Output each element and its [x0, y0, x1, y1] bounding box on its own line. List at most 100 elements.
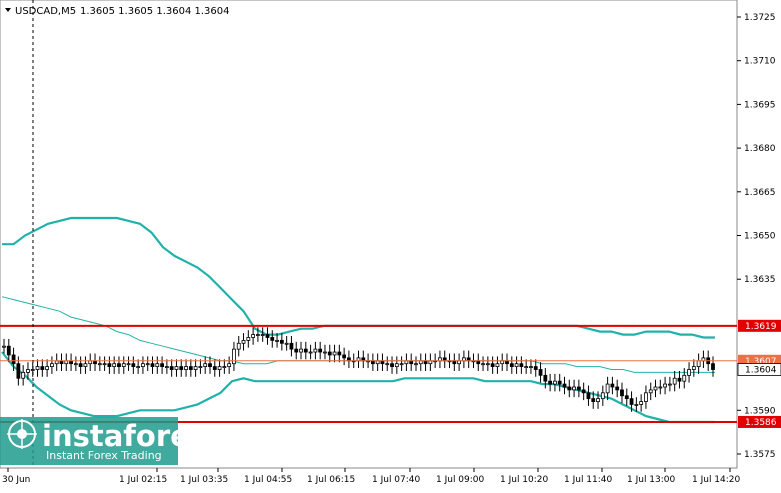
candle-body	[667, 383, 672, 386]
candle-body	[634, 404, 639, 406]
candle-body	[193, 366, 198, 370]
symbol-label: USDCAD,M5	[15, 6, 76, 17]
candle-body	[332, 351, 337, 356]
candle-body	[2, 345, 6, 348]
candle-body	[160, 363, 164, 368]
bid-price-label: 1.3604	[745, 366, 777, 376]
candle-body	[50, 363, 54, 368]
x-tick-label: 1 Jul 04:55	[244, 475, 292, 485]
candle-body	[323, 351, 327, 354]
candle-body	[696, 360, 701, 368]
candle-body	[605, 383, 610, 394]
candle-body	[184, 366, 188, 370]
candle-body	[711, 363, 715, 370]
ohlc-text: 1.3605 1.3605 1.3604 1.3604	[80, 6, 230, 17]
candle-body	[615, 386, 620, 391]
candle-body	[78, 363, 83, 368]
candle-body	[327, 351, 332, 356]
candle-body	[562, 383, 567, 388]
candle-body	[35, 366, 40, 370]
candle-body	[509, 363, 514, 368]
watermark-brand: instaforex	[42, 419, 209, 453]
x-tick-label: 1 Jul 07:40	[372, 475, 421, 485]
x-tick-label: 1 Jul 11:40	[564, 475, 613, 485]
candle-body	[538, 369, 543, 376]
candle-body	[648, 389, 653, 394]
candle-body	[169, 366, 174, 370]
candle-body	[519, 363, 524, 368]
candle-body	[385, 363, 390, 366]
y-tick-label: 1.3710	[744, 57, 776, 67]
level-badge-label: 1.3586	[745, 418, 777, 428]
y-tick-label: 1.3650	[744, 232, 776, 242]
candle-body	[145, 363, 150, 366]
candle-body	[557, 380, 562, 385]
candle-body	[97, 363, 102, 366]
candle-body	[179, 366, 184, 370]
candle-body	[591, 398, 596, 402]
candle-body	[121, 363, 126, 368]
candle-body	[255, 334, 260, 336]
candle-body	[227, 363, 232, 368]
candle-body	[275, 339, 279, 342]
candle-body	[294, 348, 299, 353]
candle-body	[543, 374, 548, 382]
candle-body	[691, 366, 696, 370]
x-axis: 30 Jun 1 Jul 02:15 1 Jul 03:35 1 Jul 04:55 1…	[2, 468, 741, 485]
candle-body	[188, 366, 193, 370]
candle-body	[639, 401, 644, 405]
candle-body	[490, 363, 495, 368]
candle-body	[102, 363, 107, 366]
x-tick-label: 1 Jul 10:20	[500, 475, 549, 485]
candle-body	[658, 386, 663, 389]
candle-body	[567, 386, 572, 391]
watermark: instaforex Instant Forex Trading	[0, 417, 209, 465]
candle-body	[644, 392, 648, 402]
candle-body	[399, 363, 404, 366]
candle-body	[126, 363, 131, 366]
price-chart[interactable]: 1.3619 1.3586 1.3607 1.3604 1.3725 1.3710 1.3…	[0, 0, 781, 489]
y-tick-label: 1.3590	[744, 406, 776, 416]
chart-svg[interactable]: 1.36191.35861.36071.3604 1.37251.37101.3…	[0, 0, 781, 489]
candle-body	[390, 363, 394, 368]
x-tick-label: 1 Jul 14:20	[692, 475, 741, 485]
candle-body	[270, 337, 275, 341]
y-axis: 1.3725 1.3710 1.3695 1.3680 1.3665 1.3650 1.36…	[737, 13, 776, 460]
x-tick-label: 1 Jul 02:15	[119, 475, 167, 485]
candle-body	[260, 334, 265, 336]
candle-body	[6, 345, 11, 356]
candle-body	[663, 383, 667, 388]
candle-body	[16, 363, 21, 379]
candle-body	[529, 366, 533, 369]
candle-body	[600, 392, 605, 400]
candle-body	[337, 351, 342, 356]
candle-body	[620, 389, 624, 397]
candle-body	[21, 372, 26, 379]
candle-body	[610, 383, 615, 388]
candle-body	[279, 339, 284, 344]
y-tick-label: 1.3680	[744, 144, 776, 154]
level-badge-label: 1.3619	[745, 322, 777, 332]
candle-body	[212, 366, 217, 370]
candle-body	[548, 380, 553, 385]
candle-body	[576, 386, 581, 391]
candle-body	[164, 366, 169, 369]
candle-body	[284, 342, 289, 345]
candle-body	[203, 363, 208, 368]
candle-body	[687, 369, 691, 376]
candle-body	[83, 363, 88, 368]
x-tick-label: 30 Jun	[2, 475, 30, 485]
candle-body	[232, 348, 236, 365]
candle-body	[30, 369, 35, 371]
x-tick-label: 1 Jul 03:35	[180, 475, 228, 485]
candle-body	[26, 369, 30, 373]
candle-body	[394, 363, 399, 368]
candle-body	[653, 386, 658, 391]
y-tick-label: 1.3725	[744, 13, 776, 23]
candle-body	[682, 374, 687, 382]
x-tick-label: 1 Jul 13:00	[627, 475, 676, 485]
candle-body	[485, 363, 490, 366]
candle-body	[303, 348, 308, 353]
y-tick-label: 1.3635	[744, 275, 776, 285]
candle-body	[251, 334, 256, 338]
